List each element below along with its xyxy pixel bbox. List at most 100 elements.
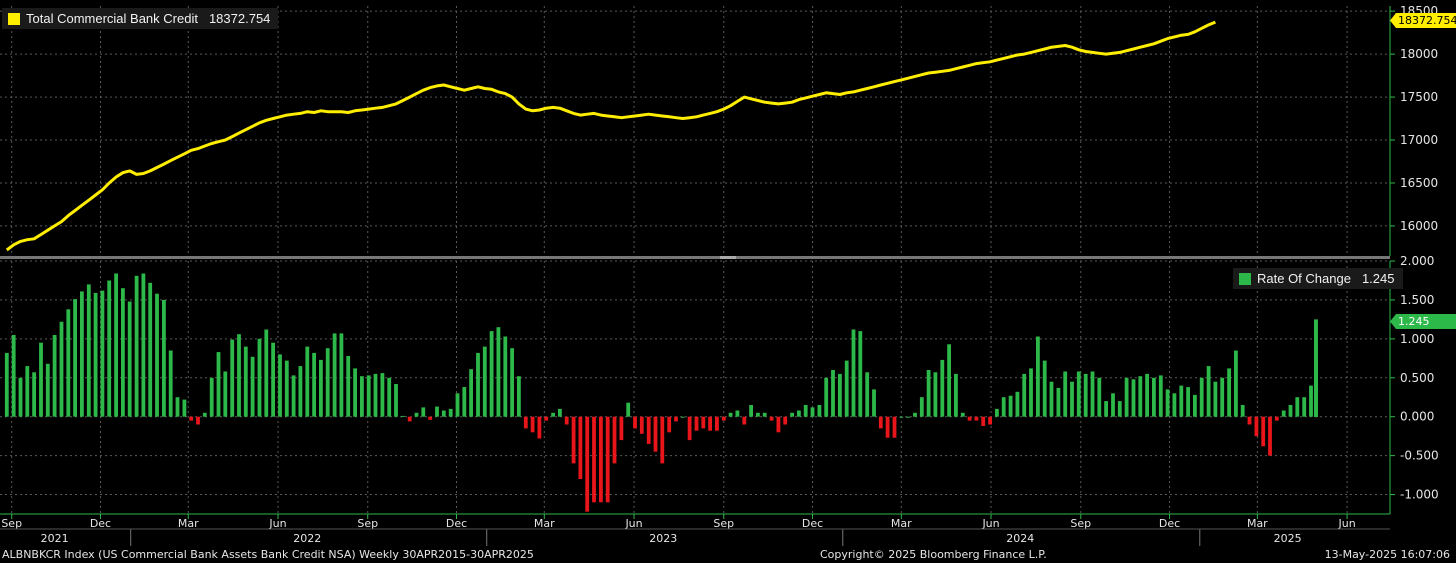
xtick-label-month: Jun [624, 517, 642, 530]
bar-rate-of-change [940, 359, 945, 417]
line-legend-swatch [8, 12, 20, 25]
bar-rate-of-change [401, 415, 405, 417]
bar-rate-of-change [1268, 416, 1272, 456]
xtick-label-month: Dec [90, 517, 111, 530]
bar-rate-of-change [523, 416, 528, 429]
xtick-label-month: Mar [178, 517, 199, 530]
ytick-label-bottom: 0.500 [1400, 371, 1434, 385]
bar-rate-of-change [626, 402, 631, 417]
bar-rate-of-change [1261, 416, 1266, 447]
bar-rate-of-change [797, 410, 801, 417]
bar-rate-of-change [1104, 401, 1108, 417]
xtick-label-month: Mar [891, 517, 912, 530]
bar-rate-of-change [954, 373, 958, 417]
bar-rate-of-change [947, 344, 951, 417]
ytick-label-top: 16000 [1400, 219, 1438, 233]
footer-timestamp: 13-May-2025 16:07:06 [1324, 548, 1450, 561]
bar-rate-of-change [1097, 377, 1102, 417]
bar-rate-of-change [530, 416, 535, 433]
bar-rate-of-change [1042, 360, 1047, 417]
bar-rate-of-change [298, 366, 303, 417]
bar-rate-of-change [1158, 375, 1163, 417]
xtick-label-month: Sep [713, 517, 734, 530]
bar-rate-of-change [1281, 410, 1286, 417]
bar-rate-of-change [824, 377, 829, 417]
bar-rate-of-change [1090, 371, 1095, 417]
bar-rate-of-change [1063, 371, 1068, 417]
bar-rate-of-change [52, 335, 57, 417]
bar-rate-of-change [967, 416, 972, 421]
bar-rate-of-change [182, 399, 187, 417]
bar-rate-of-change [202, 412, 207, 417]
xtick-label-year: 2024 [1006, 532, 1034, 545]
bar-rate-of-change [319, 359, 323, 417]
bar-rate-of-change [578, 416, 583, 479]
bar-legend-swatch [1239, 272, 1251, 285]
xtick-label-year: 2022 [293, 532, 321, 545]
top-legend: Total Commercial Bank Credit 18372.754 [2, 8, 279, 29]
bar-rate-of-change [380, 373, 385, 417]
bar-rate-of-change [1172, 393, 1177, 417]
bar-rate-of-change [18, 377, 23, 417]
bar-rate-of-change [462, 387, 467, 417]
bar-rate-of-change [715, 416, 719, 431]
bar-rate-of-change [851, 329, 856, 417]
bar-rate-of-change [708, 416, 712, 431]
bar-rate-of-change [599, 416, 603, 503]
bar-rate-of-change [1206, 366, 1211, 417]
bar-rate-of-change [926, 370, 931, 417]
bar-rate-of-change [1247, 416, 1252, 425]
bar-rate-of-change [858, 331, 863, 417]
bar-rate-of-change [230, 339, 235, 417]
bar-rate-of-change [32, 372, 36, 417]
bar-rate-of-change [414, 412, 419, 417]
bar-rate-of-change [1083, 373, 1088, 417]
bar-rate-of-change [571, 416, 576, 464]
bar-rate-of-change [407, 416, 412, 422]
bar-rate-of-change [1001, 397, 1006, 417]
bar-rate-of-change [728, 412, 733, 417]
bar-rate-of-change [264, 329, 269, 417]
xtick-label-month: Jun [268, 517, 286, 530]
bar-rate-of-change [1036, 336, 1040, 417]
bar-rate-of-change [237, 334, 241, 417]
bar-rate-of-change [510, 348, 514, 417]
bar-rate-of-change [749, 405, 753, 417]
xtick-label-month: Dec [802, 517, 823, 530]
bar-rate-of-change [148, 282, 153, 417]
bar-rate-of-change [1165, 389, 1170, 417]
bar-rate-of-change [612, 416, 617, 464]
bar-rate-of-change [1274, 416, 1279, 421]
bar-rate-of-change [1295, 397, 1300, 417]
bar-rate-of-change [4, 352, 9, 417]
ytick-label-bottom: -1.000 [1400, 488, 1439, 502]
bar-rate-of-change [537, 416, 542, 439]
bar-rate-of-change [503, 336, 508, 417]
bar-rate-of-change [435, 406, 439, 417]
bar-rate-of-change [660, 416, 665, 464]
bar-rate-of-change [1124, 377, 1129, 417]
bar-rate-of-change [469, 369, 473, 417]
bar-rate-of-change [878, 416, 883, 429]
last-value-flag-bar: 1.245 [1390, 314, 1456, 329]
bar-panel [4, 273, 1318, 512]
bar-rate-of-change [1152, 377, 1156, 417]
bar-rate-of-change [1131, 379, 1136, 417]
bar-rate-of-change [332, 333, 337, 417]
xtick-label-year: 2025 [1274, 532, 1302, 545]
bar-rate-of-change [817, 405, 822, 417]
ytick-label-top: 16500 [1400, 176, 1438, 190]
bar-rate-of-change [360, 376, 364, 417]
bar-rate-of-change [544, 416, 549, 421]
bar-rate-of-change [1117, 401, 1122, 417]
bar-rate-of-change [250, 356, 255, 417]
bar-rate-of-change [162, 299, 166, 417]
bar-rate-of-change [1076, 371, 1081, 417]
bar-rate-of-change [271, 342, 275, 417]
bar-rate-of-change [346, 356, 351, 417]
bar-rate-of-change [776, 416, 781, 433]
bar-rate-of-change [585, 416, 590, 512]
bar-rate-of-change [155, 293, 159, 417]
bar-rate-of-change [141, 273, 146, 417]
bar-rate-of-change [11, 335, 16, 417]
